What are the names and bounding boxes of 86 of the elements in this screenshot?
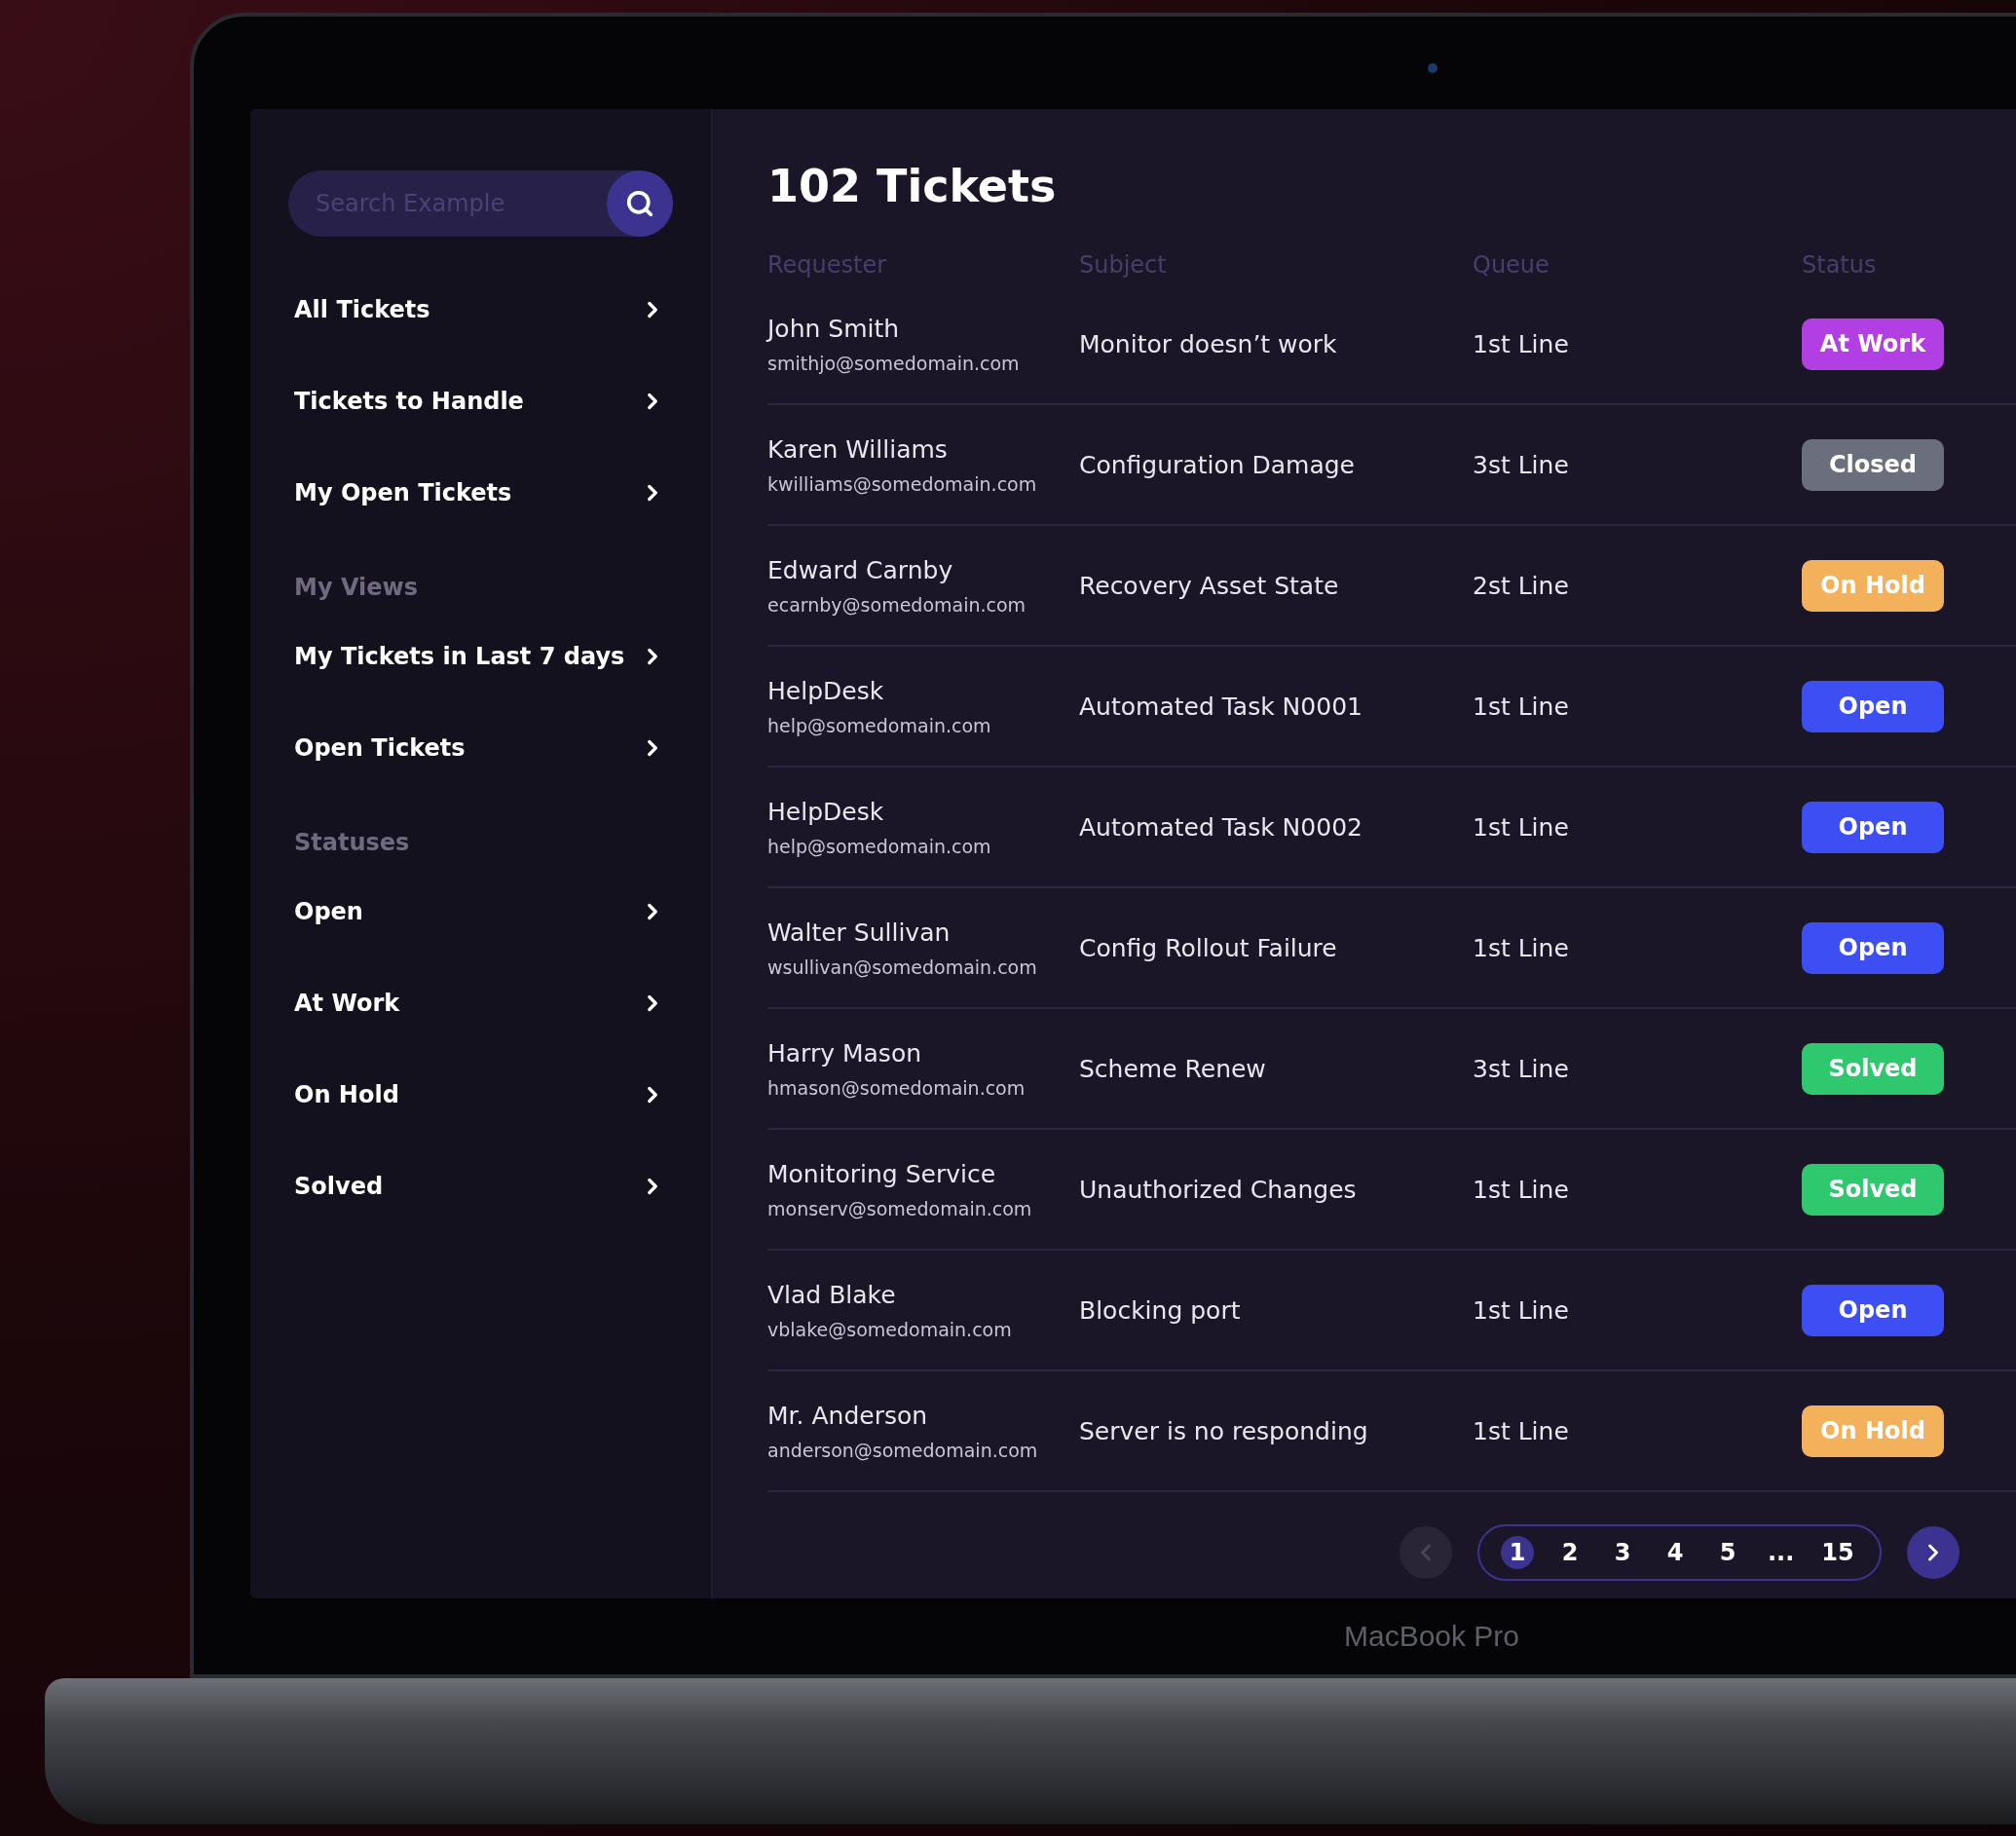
requester-name: HelpDesk bbox=[767, 797, 885, 826]
requester-name: John Smith bbox=[767, 314, 901, 343]
nav-label: All Tickets bbox=[294, 296, 430, 323]
subject-cell-text: Automated Task N0001 bbox=[1079, 692, 1363, 721]
requester-email: smithjo@somedomain.com bbox=[767, 352, 1021, 374]
page-title: 102 Tickets bbox=[767, 160, 1058, 212]
requester-email: kwilliams@somedomain.com bbox=[767, 472, 1038, 495]
column-header: Status bbox=[1802, 251, 1878, 281]
status-badge: Solved bbox=[1802, 1042, 1944, 1095]
subject-cell-text: Blocking port bbox=[1079, 1295, 1242, 1325]
nav-label: At Work bbox=[294, 990, 400, 1017]
page-button[interactable]: 5 bbox=[1711, 1536, 1744, 1569]
queue-cell-text: 1st Line bbox=[1473, 1295, 1570, 1325]
queue-cell-text: 1st Line bbox=[1473, 1175, 1570, 1204]
requester-email: ecarnby@somedomain.com bbox=[767, 593, 1027, 616]
requester-name: Edward Carnby bbox=[767, 555, 954, 584]
nav-label: Open bbox=[294, 898, 363, 925]
column-header: Subject bbox=[1079, 251, 1168, 281]
section-heading: Statuses bbox=[293, 828, 411, 858]
nav-label: My Open Tickets bbox=[294, 479, 512, 506]
device-label: MacBook Pro bbox=[1343, 1620, 1520, 1653]
camera-icon bbox=[1428, 63, 1437, 73]
queue-cell-text: 3st Line bbox=[1473, 450, 1570, 479]
requester-email: hmason@somedomain.com bbox=[767, 1076, 1027, 1099]
requester-name: Vlad Blake bbox=[767, 1280, 897, 1309]
status-badge: Closed bbox=[1802, 438, 1944, 491]
section-heading: My Views bbox=[293, 573, 419, 603]
subject-cell-text: Monitor doesn’t work bbox=[1079, 329, 1338, 358]
queue-cell-text: 3st Line bbox=[1473, 1054, 1570, 1083]
queue-cell-text: 2st Line bbox=[1473, 571, 1570, 600]
nav-label: On Hold bbox=[294, 1081, 399, 1108]
requester-name: Monitoring Service bbox=[767, 1159, 997, 1188]
subject-cell-text: Configuration Damage bbox=[1079, 450, 1356, 479]
nav-item[interactable]: At Work bbox=[288, 957, 673, 1049]
page-button[interactable]: ... bbox=[1764, 1536, 1799, 1569]
requester-email: help@somedomain.com bbox=[767, 835, 992, 857]
nav-item[interactable]: Open Tickets bbox=[288, 702, 673, 794]
nav-item[interactable]: All Tickets bbox=[288, 264, 673, 356]
requester-name: HelpDesk bbox=[767, 676, 885, 705]
nav-item[interactable]: Solved bbox=[288, 1141, 673, 1232]
requester-name: Walter Sullivan bbox=[767, 918, 952, 947]
requester-name: Harry Mason bbox=[767, 1038, 923, 1068]
status-badge: Solved bbox=[1802, 1163, 1944, 1216]
status-badge: On Hold bbox=[1802, 559, 1944, 612]
queue-cell-text: 1st Line bbox=[1473, 933, 1570, 962]
column-header: Requester bbox=[767, 251, 888, 281]
queue-cell-text: 1st Line bbox=[1473, 1416, 1570, 1445]
status-badge: Open bbox=[1802, 680, 1944, 732]
page-button[interactable]: 1 bbox=[1501, 1536, 1534, 1569]
requester-email: monserv@somedomain.com bbox=[767, 1197, 1033, 1219]
subject-cell-text: Config Rollout Failure bbox=[1079, 933, 1338, 962]
nav-item[interactable]: Tickets to Handle bbox=[288, 356, 673, 447]
page-button[interactable]: 3 bbox=[1606, 1536, 1639, 1569]
requester-email: wsullivan@somedomain.com bbox=[767, 955, 1038, 978]
queue-cell-text: 1st Line bbox=[1473, 812, 1570, 842]
nav-item[interactable]: My Tickets in Last 7 days bbox=[288, 611, 673, 702]
page-button[interactable]: 2 bbox=[1553, 1536, 1587, 1569]
status-badge: Open bbox=[1802, 801, 1944, 853]
search-icon bbox=[625, 189, 654, 218]
requester-name: Mr. Anderson bbox=[767, 1401, 929, 1430]
queue-cell-text: 1st Line bbox=[1473, 329, 1570, 358]
requester-email: vblake@somedomain.com bbox=[767, 1318, 1013, 1340]
subject-cell-text: Server is no responding bbox=[1079, 1416, 1369, 1445]
nav-label: My Tickets in Last 7 days bbox=[294, 643, 625, 670]
nav-item[interactable]: On Hold bbox=[288, 1049, 673, 1141]
status-badge: At Work bbox=[1802, 318, 1944, 370]
page-button[interactable]: 4 bbox=[1659, 1536, 1692, 1569]
nav-item[interactable]: Open bbox=[288, 866, 673, 957]
subject-cell-text: Automated Task N0002 bbox=[1079, 812, 1363, 842]
status-badge: Open bbox=[1802, 921, 1944, 974]
nav-label: Solved bbox=[294, 1173, 384, 1200]
requester-email: help@somedomain.com bbox=[767, 714, 992, 736]
page-button[interactable]: 15 bbox=[1817, 1536, 1858, 1569]
status-badge: Open bbox=[1802, 1284, 1944, 1336]
status-badge: On Hold bbox=[1802, 1405, 1944, 1457]
subject-cell-text: Scheme Renew bbox=[1079, 1054, 1267, 1083]
queue-cell-text: 1st Line bbox=[1473, 692, 1570, 721]
next-page-button[interactable] bbox=[1906, 1526, 1960, 1579]
subject-cell-text: Unauthorized Changes bbox=[1079, 1175, 1358, 1204]
subject-cell-text: Recovery Asset State bbox=[1079, 571, 1340, 600]
requester-name: Karen Williams bbox=[767, 434, 949, 464]
nav-label: Open Tickets bbox=[294, 734, 466, 762]
nav-label: Tickets to Handle bbox=[294, 388, 524, 415]
column-header: Queue bbox=[1473, 251, 1550, 281]
requester-email: anderson@somedomain.com bbox=[767, 1439, 1039, 1461]
nav-item[interactable]: My Open Tickets bbox=[288, 447, 673, 539]
